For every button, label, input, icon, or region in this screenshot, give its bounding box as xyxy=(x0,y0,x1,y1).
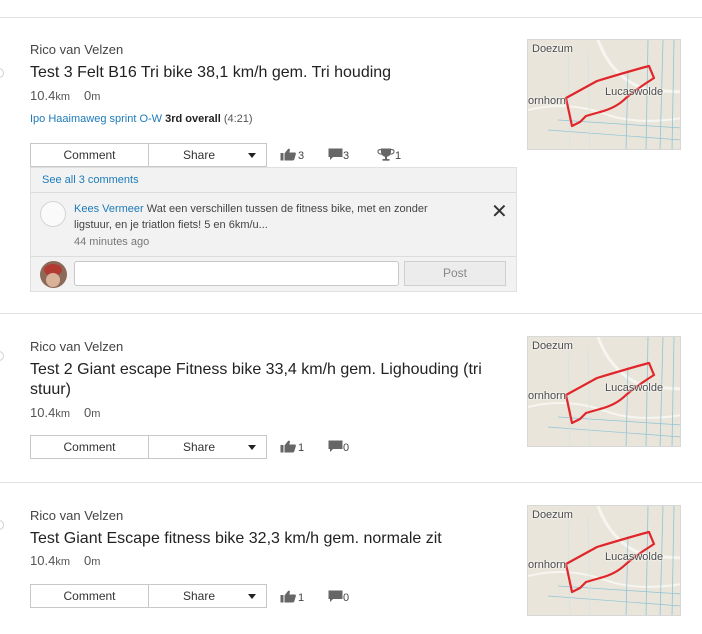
map-label-right: Lucaswolde xyxy=(605,382,664,394)
achievements-counter[interactable]: 1 xyxy=(377,148,401,162)
activity-divider xyxy=(0,313,702,314)
share-button[interactable]: Share xyxy=(149,435,267,459)
divider xyxy=(31,192,516,193)
comment-author-link[interactable]: Kees Vermeer xyxy=(74,203,144,215)
map-label-right: Lucaswolde xyxy=(605,86,664,98)
activity-title[interactable]: Test Giant Escape fitness bike 32,3 km/h… xyxy=(30,529,510,549)
elevation-unit: m xyxy=(91,408,101,420)
distance-unit: km xyxy=(55,91,70,103)
close-icon[interactable]: ✕ xyxy=(491,202,508,222)
comment-count: 0 xyxy=(343,592,350,604)
thumbs-up-icon xyxy=(280,440,296,453)
comment-bubble-icon xyxy=(328,440,343,452)
comment-input[interactable] xyxy=(74,261,399,286)
current-user-avatar xyxy=(40,261,67,288)
divider xyxy=(31,256,516,257)
comments-panel: See all 3 comments Kees Vermeer Wat een … xyxy=(30,167,517,292)
comment-count: 3 xyxy=(343,150,350,162)
activity-stats: 10.4km 0m xyxy=(30,88,100,103)
distance-unit: km xyxy=(55,408,70,420)
comment-button[interactable]: Comment xyxy=(30,584,149,608)
post-comment-button[interactable]: Post xyxy=(404,261,506,286)
route-map-thumbnail[interactable]: Doezum ornhorn Lucaswolde xyxy=(527,336,681,447)
comment-count: 0 xyxy=(343,442,350,454)
share-label: Share xyxy=(183,589,216,603)
kudos-count: 1 xyxy=(298,592,305,604)
route-map-thumbnail[interactable]: Doezum ornhorn Lucaswolde xyxy=(527,39,681,150)
trophy-icon xyxy=(377,148,395,161)
thumbs-up-icon xyxy=(280,148,296,161)
activity-divider xyxy=(0,482,702,483)
athlete-avatar[interactable] xyxy=(0,520,4,530)
comments-counter[interactable]: 0 xyxy=(328,590,349,604)
activity-title[interactable]: Test 2 Giant escape Fitness bike 33,4 km… xyxy=(30,360,510,400)
share-button[interactable]: Share xyxy=(149,584,267,608)
comment-bubble-icon xyxy=(328,148,343,160)
kudos-counter[interactable]: 1 xyxy=(280,590,304,604)
route-map-thumbnail[interactable]: Doezum ornhorn Lucaswolde xyxy=(527,505,681,616)
distance-value: 10.4 xyxy=(30,88,56,103)
activity-stats: 10.4km 0m xyxy=(30,405,100,420)
share-label: Share xyxy=(183,440,216,454)
distance-value: 10.4 xyxy=(30,553,56,568)
athlete-name[interactable]: Rico van Velzen xyxy=(30,339,123,354)
share-label: Share xyxy=(183,148,216,162)
distance-unit: km xyxy=(55,556,70,568)
map-label-top: Doezum xyxy=(532,509,573,521)
comment-timestamp: 44 minutes ago xyxy=(74,236,150,248)
share-button[interactable]: Share xyxy=(149,143,267,167)
segment-rank: 3rd overall xyxy=(165,113,221,125)
athlete-avatar[interactable] xyxy=(0,68,4,78)
comment-body: Kees Vermeer Wat een verschillen tussen … xyxy=(74,201,454,233)
comment-button[interactable]: Comment xyxy=(30,143,149,167)
elevation-unit: m xyxy=(91,91,101,103)
athlete-name[interactable]: Rico van Velzen xyxy=(30,508,123,523)
kudos-counter[interactable]: 3 xyxy=(280,148,304,162)
segment-time: (4:21) xyxy=(223,113,253,125)
map-label-top: Doezum xyxy=(532,43,573,55)
kudos-count: 1 xyxy=(298,442,305,454)
caret-down-icon xyxy=(248,594,256,599)
elevation-unit: m xyxy=(91,556,101,568)
map-label-top: Doezum xyxy=(532,340,573,352)
activity-title[interactable]: Test 3 Felt B16 Tri bike 38,1 km/h gem. … xyxy=(30,63,510,83)
comment-bubble-icon xyxy=(328,590,343,602)
caret-down-icon xyxy=(248,153,256,158)
athlete-name[interactable]: Rico van Velzen xyxy=(30,42,123,57)
map-label-right: Lucaswolde xyxy=(605,551,664,563)
achievement-count: 1 xyxy=(395,150,402,162)
caret-down-icon xyxy=(248,445,256,450)
kudos-counter[interactable]: 1 xyxy=(280,440,304,454)
activity-stats: 10.4km 0m xyxy=(30,553,100,568)
kudos-count: 3 xyxy=(298,150,305,162)
athlete-avatar[interactable] xyxy=(0,351,4,361)
segment-link[interactable]: Ipo Haaimaweg sprint O-W xyxy=(30,113,162,125)
comment-button[interactable]: Comment xyxy=(30,435,149,459)
map-label-left: ornhorn xyxy=(528,559,566,571)
distance-value: 10.4 xyxy=(30,405,56,420)
top-divider xyxy=(0,17,702,18)
see-all-comments-link[interactable]: See all 3 comments xyxy=(42,174,139,186)
comments-counter[interactable]: 3 xyxy=(328,148,349,162)
segment-achievement: Ipo Haaimaweg sprint O-W 3rd overall (4:… xyxy=(30,113,253,125)
commenter-avatar[interactable] xyxy=(40,201,66,227)
map-label-left: ornhorn xyxy=(528,390,566,402)
thumbs-up-icon xyxy=(280,590,296,603)
comments-counter[interactable]: 0 xyxy=(328,440,349,454)
map-label-left: ornhorn xyxy=(528,95,566,107)
